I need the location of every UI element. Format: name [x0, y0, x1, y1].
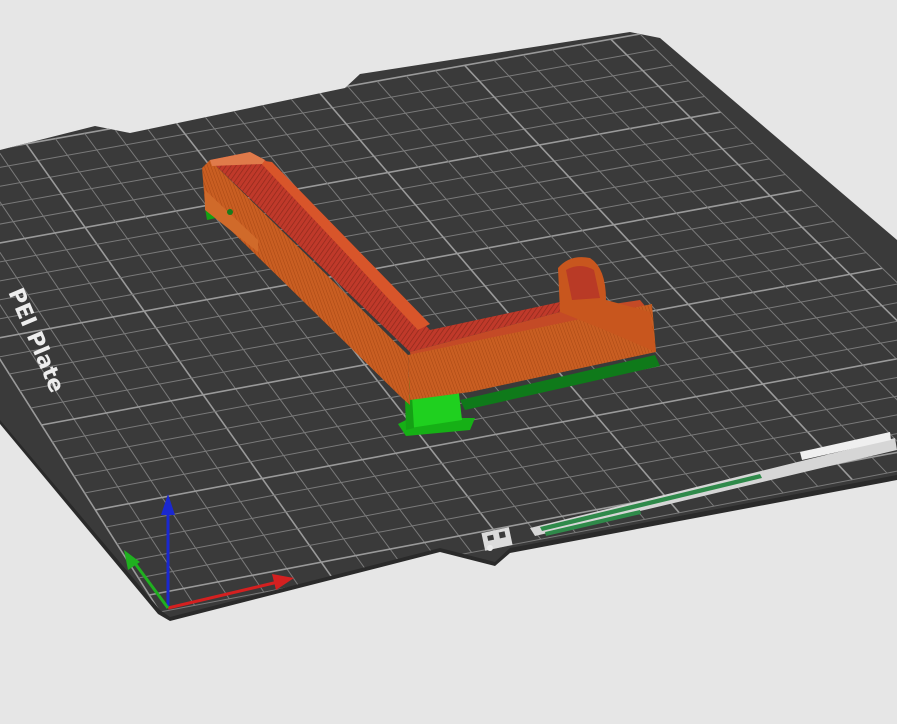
model-screw-hole	[227, 209, 233, 215]
scene-canvas[interactable]: PEI Plate	[0, 0, 897, 724]
3d-viewport[interactable]: PEI Plate	[0, 0, 897, 724]
plate-surface	[0, 32, 897, 617]
